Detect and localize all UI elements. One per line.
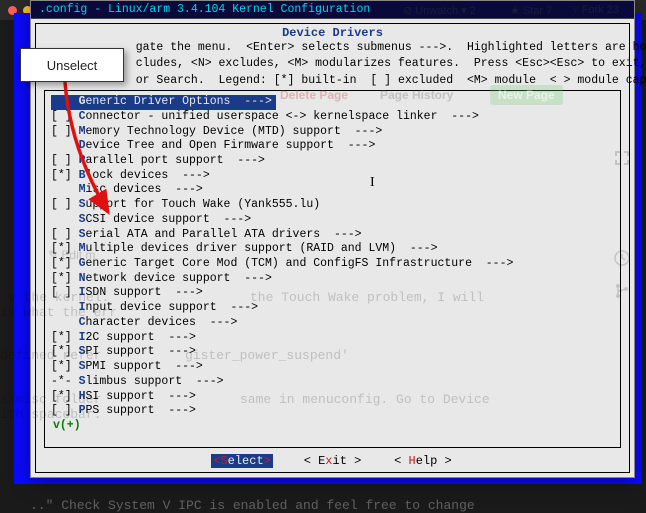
terminal-title: .config - Linux/arm 3.4.104 Kernel Confi… (31, 1, 634, 19)
menu-item[interactable]: Character devices ---> (51, 316, 614, 331)
menu-item[interactable]: [*] SPMI support ---> (51, 360, 614, 375)
menu-item[interactable]: -*- Slimbus support ---> (51, 375, 614, 390)
instructions-line2: cludes, <N> excludes, <M> modularizes fe… (46, 57, 619, 71)
menu-item[interactable]: [ ] ISDN support ---> (51, 286, 614, 301)
menu-item[interactable]: SCSI device support ---> (51, 213, 614, 228)
exit-button[interactable]: < Exit > (302, 454, 364, 468)
menu-item[interactable]: [*] I2C support ---> (51, 331, 614, 346)
menu-item[interactable]: [ ] Serial ATA and Parallel ATA drivers … (51, 228, 614, 243)
menu-item[interactable]: Generic Driver Options ---> (51, 95, 276, 110)
button-row: <Select> < Exit > < Help > (42, 454, 623, 468)
menuconfig-frame: Device Drivers gate the menu. <Enter> se… (35, 23, 630, 473)
annotation-callout: Unselect (20, 48, 124, 82)
menu-item[interactable]: [*] Generic Target Core Mod (TCM) and Co… (51, 257, 614, 272)
scroll-indicator: v(+) (53, 419, 614, 432)
menu-item[interactable]: [ ] Support for Touch Wake (Yank555.lu) (51, 198, 614, 213)
menu-item[interactable]: [ ] Connector - unified userspace <-> ke… (51, 110, 614, 125)
menu-item[interactable]: Input device support ---> (51, 301, 614, 316)
terminal-body: Device Drivers gate the menu. <Enter> se… (31, 19, 634, 477)
menu-item[interactable]: [*] SPI support ---> (51, 345, 614, 360)
menu-item[interactable]: Device Tree and Open Firmware support --… (51, 139, 614, 154)
menu-item[interactable]: [*] Block devices ---> (51, 169, 614, 184)
menu-item[interactable]: Misc devices ---> (51, 183, 614, 198)
menu-item[interactable]: [*] HSI support ---> (51, 390, 614, 405)
select-button[interactable]: <Select> (211, 454, 273, 468)
menu-item[interactable]: [*] Multiple devices driver support (RAI… (51, 242, 614, 257)
help-button[interactable]: < Help > (392, 454, 454, 468)
instructions-line3: or Search. Legend: [*] built-in [ ] excl… (46, 74, 619, 88)
text-cursor-icon: I (370, 175, 375, 191)
menu-item[interactable]: [ ] PPS support ---> (51, 404, 614, 419)
section-title: Device Drivers (42, 26, 623, 40)
menu-item[interactable]: [ ] Parallel port support ---> (51, 154, 614, 169)
instructions-line1: gate the menu. <Enter> selects submenus … (46, 41, 619, 55)
menu-item[interactable]: [*] Network device support ---> (51, 272, 614, 287)
menu-list[interactable]: Generic Driver Options --->[ ] Connector… (44, 90, 621, 448)
menu-item[interactable]: [ ] Memory Technology Device (MTD) suppo… (51, 125, 614, 140)
